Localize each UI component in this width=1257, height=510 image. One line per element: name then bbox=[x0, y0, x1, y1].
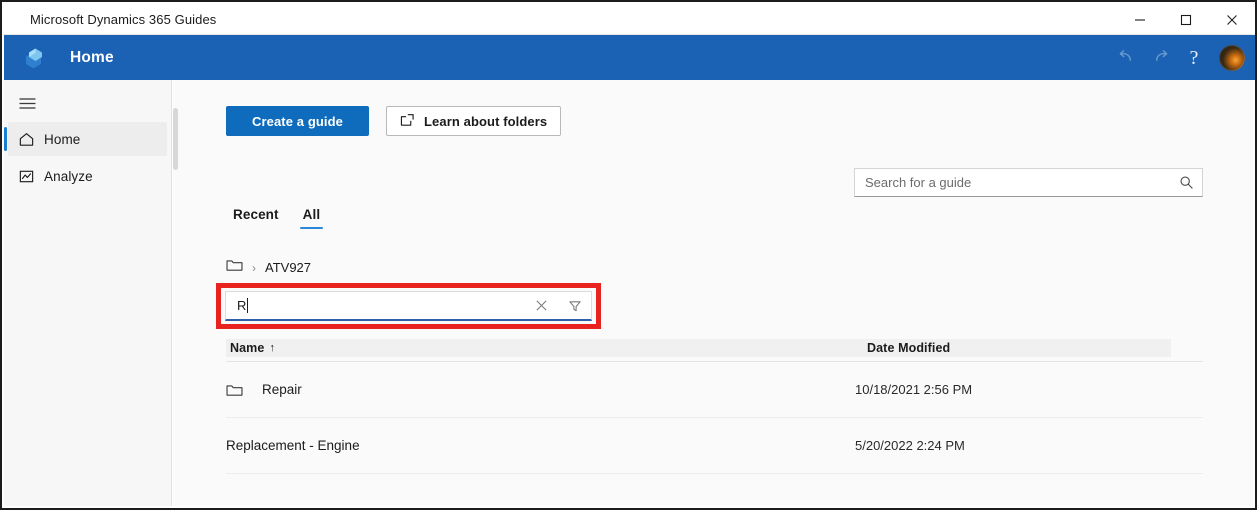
title-bar: Microsoft Dynamics 365 Guides bbox=[4, 4, 1255, 35]
app-header-bar: Home ? bbox=[4, 35, 1255, 80]
sidebar: Home Analyze bbox=[4, 80, 172, 506]
user-avatar[interactable] bbox=[1219, 44, 1245, 71]
filter-funnel-icon[interactable] bbox=[558, 299, 591, 313]
filter-input-text-wrap[interactable]: R bbox=[226, 298, 525, 313]
window-controls bbox=[1117, 4, 1255, 35]
guide-search-box[interactable] bbox=[854, 168, 1203, 197]
text-caret bbox=[247, 298, 249, 313]
help-button[interactable]: ? bbox=[1177, 35, 1211, 80]
help-label: ? bbox=[1189, 46, 1199, 69]
table-header-row: Name ↑ Date Modified bbox=[226, 335, 1203, 362]
row-name-label: Repair bbox=[262, 382, 302, 397]
create-guide-button[interactable]: Create a guide bbox=[226, 106, 369, 136]
home-icon bbox=[8, 131, 44, 148]
app-header-title: Home bbox=[70, 48, 114, 66]
folder-icon bbox=[226, 383, 262, 397]
row-name-cell: Repair bbox=[226, 382, 855, 397]
tab-all[interactable]: All bbox=[296, 207, 328, 231]
undo-icon[interactable] bbox=[1109, 35, 1143, 80]
learn-about-folders-label: Learn about folders bbox=[424, 113, 548, 129]
content-scrollbar[interactable] bbox=[173, 108, 178, 170]
row-name-cell: Replacement - Engine bbox=[226, 438, 855, 453]
minimize-button[interactable] bbox=[1117, 4, 1163, 35]
folder-filter-box[interactable]: R bbox=[225, 291, 592, 321]
sidebar-item-home-label: Home bbox=[44, 131, 81, 147]
analytics-chart-icon bbox=[8, 168, 44, 185]
breadcrumb-item-atv927[interactable]: ATV927 bbox=[265, 260, 311, 275]
table-row[interactable]: Repair 10/18/2021 2:56 PM bbox=[226, 362, 1203, 418]
main-content: Create a guide Learn about folders Searc… bbox=[173, 80, 1253, 506]
redo-icon[interactable] bbox=[1143, 35, 1177, 80]
search-icon[interactable] bbox=[1170, 175, 1202, 190]
row-date-label: 10/18/2021 2:56 PM bbox=[855, 382, 973, 397]
sort-ascending-icon: ↑ bbox=[269, 342, 276, 354]
open-in-new-icon bbox=[400, 113, 415, 130]
learn-about-folders-button[interactable]: Learn about folders bbox=[386, 106, 562, 136]
clear-x-icon[interactable] bbox=[525, 299, 558, 312]
column-header-date-modified[interactable]: Date Modified bbox=[863, 339, 1171, 357]
maximize-button[interactable] bbox=[1163, 4, 1209, 35]
app-window: Microsoft Dynamics 365 Guides Home ? Hom… bbox=[0, 0, 1257, 510]
column-header-name-label: Name bbox=[230, 341, 265, 355]
sidebar-item-home[interactable]: Home bbox=[4, 122, 167, 156]
column-header-date-label: Date Modified bbox=[867, 341, 951, 355]
window-title: Microsoft Dynamics 365 Guides bbox=[30, 11, 217, 27]
guides-table: Name ↑ Date Modified Repair 10/18/2021 2… bbox=[226, 335, 1203, 474]
sidebar-item-analyze[interactable]: Analyze bbox=[8, 159, 167, 193]
close-button[interactable] bbox=[1209, 4, 1255, 35]
tab-recent[interactable]: Recent bbox=[226, 207, 286, 231]
row-date-label: 5/20/2022 2:24 PM bbox=[855, 438, 965, 453]
folder-icon[interactable] bbox=[226, 258, 243, 277]
table-row[interactable]: Replacement - Engine 5/20/2022 2:24 PM bbox=[226, 418, 1203, 474]
hamburger-menu-icon[interactable] bbox=[4, 84, 50, 122]
dynamics-guides-logo-icon bbox=[12, 43, 56, 73]
breadcrumb-separator: › bbox=[252, 260, 256, 275]
column-header-name[interactable]: Name ↑ bbox=[226, 339, 863, 357]
filter-input-value: R bbox=[237, 298, 247, 313]
app-header-actions: ? bbox=[1109, 35, 1255, 80]
action-button-row: Create a guide Learn about folders bbox=[226, 106, 562, 136]
search-input[interactable] bbox=[855, 175, 1170, 190]
row-name-label: Replacement - Engine bbox=[226, 438, 360, 453]
sidebar-item-analyze-label: Analyze bbox=[44, 168, 93, 184]
guide-tabs: Recent All bbox=[226, 207, 327, 231]
breadcrumb: › ATV927 bbox=[226, 258, 311, 277]
